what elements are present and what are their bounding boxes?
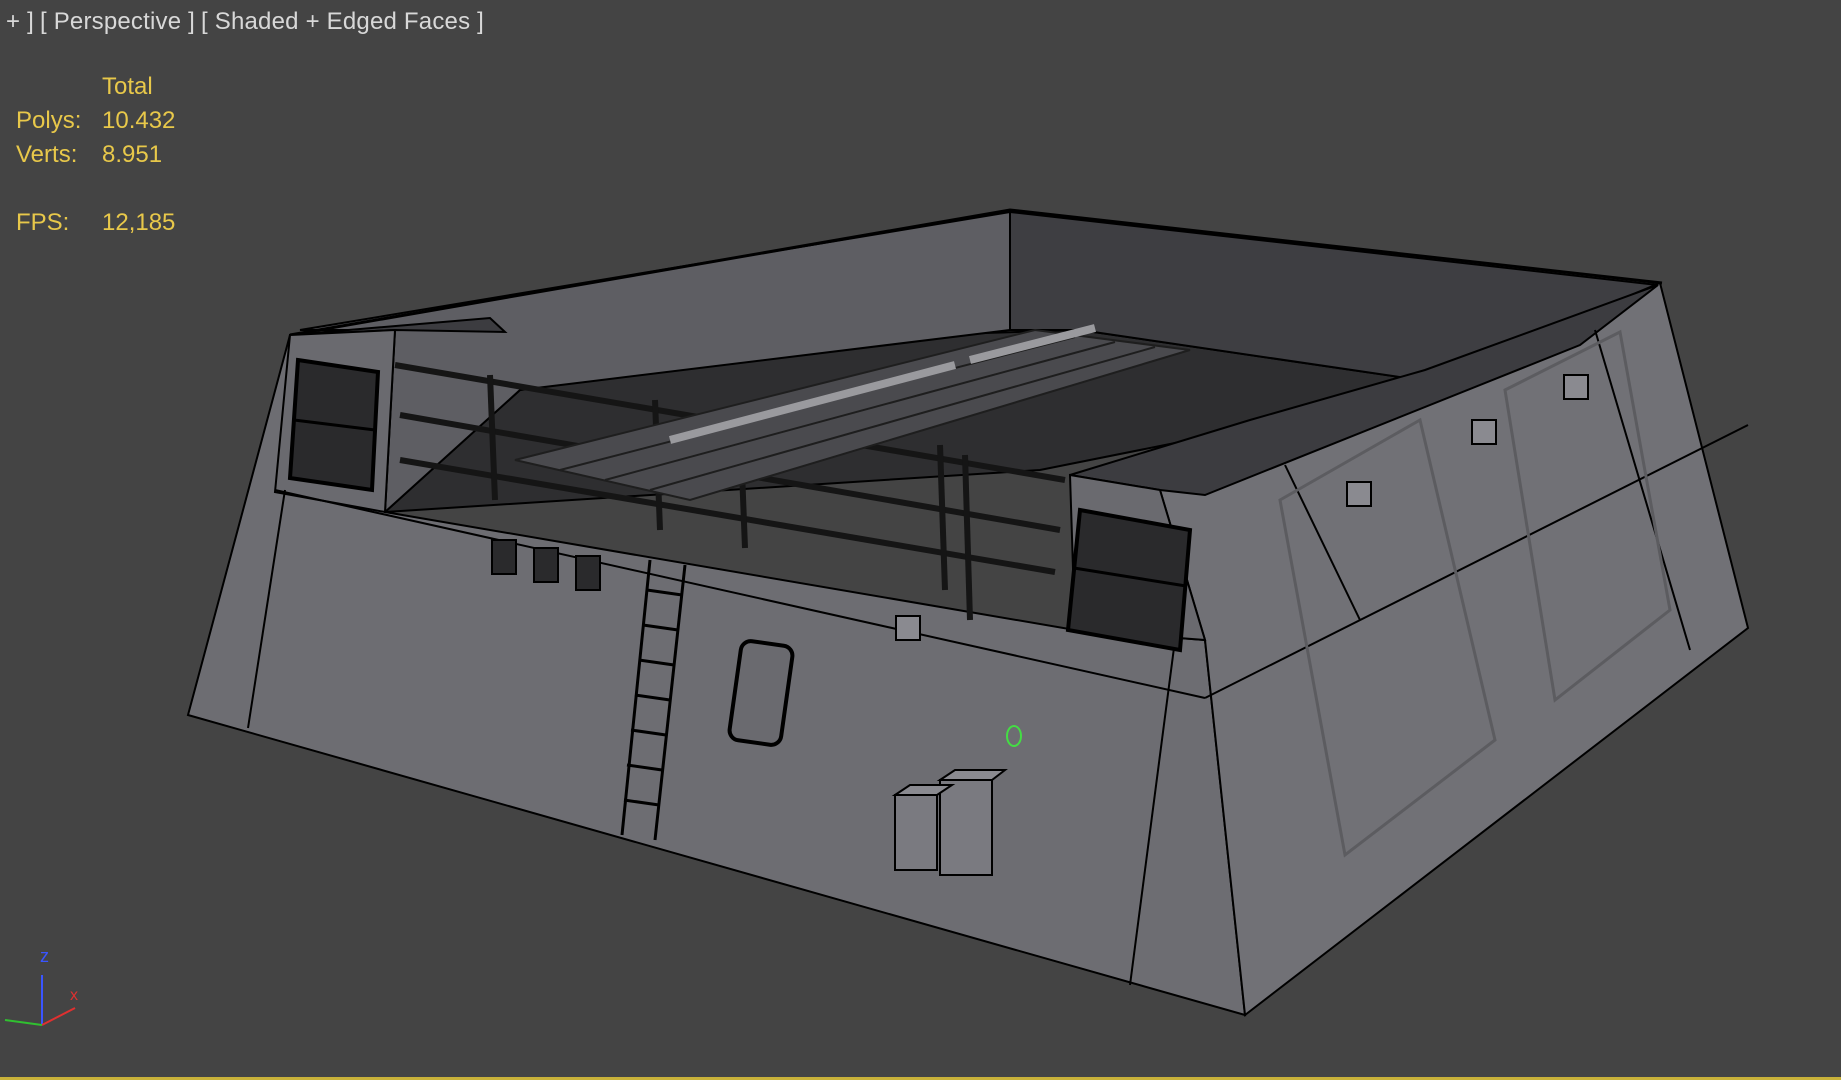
3d-model-render[interactable]	[0, 0, 1841, 1080]
viewport-shading-label[interactable]: [ Shaded + Edged Faces ]	[201, 8, 484, 36]
model-door	[727, 639, 795, 747]
fps-label: FPS:	[16, 209, 70, 236]
viewport-menu-label[interactable]: + ]	[6, 8, 34, 36]
axis-x-label: x	[70, 987, 78, 1004]
viewport-label: + ] [ Perspective ] [ Shaded + Edged Fac…	[6, 8, 484, 36]
stats-header: Total	[102, 73, 153, 100]
model-window-right	[1065, 507, 1193, 653]
viewport-view-label[interactable]: [ Perspective ]	[40, 8, 195, 36]
polys-label: Polys:	[16, 107, 82, 134]
statistics-overlay: Total Polys: 10.432 Verts: 8.951 FPS: 12,18…	[16, 70, 175, 240]
axis-gizmo-icon: z x	[4, 946, 78, 1026]
verts-value: 8.951	[102, 141, 163, 168]
axis-z-label: z	[40, 946, 49, 966]
polys-value: 10.432	[102, 107, 176, 134]
verts-label: Verts:	[16, 141, 78, 168]
model-boxes	[891, 769, 1008, 876]
fps-value: 12,185	[102, 209, 176, 236]
perspective-viewport[interactable]: + ] [ Perspective ] [ Shaded + Edged Fac…	[0, 0, 1841, 1080]
model-window-left	[287, 357, 381, 493]
